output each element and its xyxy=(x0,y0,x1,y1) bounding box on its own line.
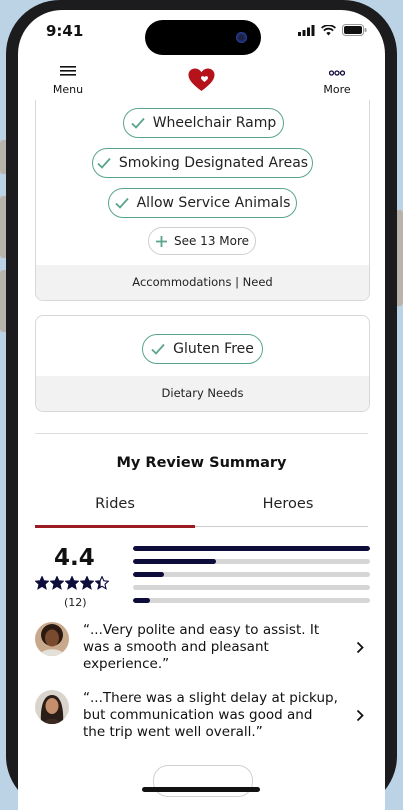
side-button xyxy=(0,140,6,174)
rating-bar xyxy=(133,546,370,551)
chip-label: Wheelchair Ramp xyxy=(152,115,277,131)
plus-icon xyxy=(155,235,167,247)
active-tab-indicator xyxy=(35,525,195,528)
rating-bar-fill xyxy=(133,559,216,564)
accommodations-card-footer: Accommodations | Need xyxy=(36,265,369,300)
hamburger-menu-icon xyxy=(60,66,76,76)
more-label: More xyxy=(323,83,351,96)
review-text: “...Very polite and easy to assist. It w… xyxy=(83,622,320,672)
chip-allow-service-animals[interactable]: Allow Service Animals xyxy=(108,188,297,218)
reviewer-avatar xyxy=(35,622,69,656)
camera-icon xyxy=(236,32,247,43)
app-logo-heart-icon xyxy=(188,68,215,96)
menu-button[interactable]: Menu xyxy=(38,66,98,96)
volume-down-button xyxy=(0,270,6,332)
chip-gluten-free[interactable]: Gluten Free xyxy=(142,334,263,364)
star-rating xyxy=(35,576,109,590)
status-time: 9:41 xyxy=(46,22,84,40)
rating-bar xyxy=(133,598,370,603)
rating-bar xyxy=(133,559,370,564)
star-icon xyxy=(35,576,49,590)
volume-up-button xyxy=(0,196,6,258)
chip-label: Allow Service Animals xyxy=(136,195,291,211)
chip-label: Smoking Designated Areas xyxy=(118,155,309,171)
star-icon xyxy=(95,576,109,590)
battery-icon xyxy=(342,24,367,36)
review-item[interactable]: “...There was a slight delay at pickup, … xyxy=(35,690,368,746)
chip-smoking-designated-areas[interactable]: Smoking Designated Areas xyxy=(92,148,313,178)
more-dots-icon xyxy=(328,70,346,76)
rating-bar xyxy=(133,572,370,577)
review-summary-title: My Review Summary xyxy=(116,455,287,471)
app-screen: 9:41 Menu More Wheelchair Ramp Smoking D… xyxy=(18,10,385,810)
wifi-icon xyxy=(321,24,336,35)
review-text: “...There was a slight delay at pickup, … xyxy=(83,690,338,740)
section-divider xyxy=(35,433,368,434)
chip-wheelchair-ramp[interactable]: Wheelchair Ramp xyxy=(123,108,284,138)
menu-label: Menu xyxy=(52,83,84,96)
dietary-needs-card: Gluten Free Dietary Needs xyxy=(35,315,370,412)
checkmark-icon xyxy=(114,197,129,209)
tab-rides[interactable]: Rides xyxy=(35,496,195,512)
chevron-right-icon xyxy=(356,709,364,722)
signal-icon xyxy=(298,24,315,36)
star-icon xyxy=(65,576,79,590)
rating-bar-fill xyxy=(133,572,164,577)
rating-bar-fill xyxy=(133,598,150,603)
see-more-button[interactable]: See 13 More xyxy=(148,227,256,255)
average-rating: 4.4 xyxy=(54,545,95,571)
reviewer-avatar xyxy=(35,690,69,724)
checkmark-icon xyxy=(131,117,145,129)
dietary-card-footer: Dietary Needs xyxy=(36,376,369,411)
more-button[interactable]: More xyxy=(307,66,367,96)
review-item[interactable]: “...Very polite and easy to assist. It w… xyxy=(35,622,368,678)
star-icon xyxy=(50,576,64,590)
star-icon xyxy=(80,576,94,590)
see-more-label: See 13 More xyxy=(173,234,250,248)
tab-heroes[interactable]: Heroes xyxy=(208,496,368,512)
chip-label: Gluten Free xyxy=(173,341,254,357)
home-indicator xyxy=(142,787,260,792)
power-button xyxy=(397,210,403,306)
review-count: (12) xyxy=(64,596,87,609)
checkmark-icon xyxy=(151,343,165,355)
rating-bar-fill xyxy=(133,546,370,551)
rating-distribution-bars xyxy=(133,546,370,611)
chevron-right-icon xyxy=(356,641,364,654)
bottom-action-pill[interactable] xyxy=(153,765,253,797)
accommodations-card: Wheelchair Ramp Smoking Designated Areas… xyxy=(35,100,370,301)
dynamic-island xyxy=(145,20,261,55)
rating-bar xyxy=(133,585,370,590)
status-icons xyxy=(298,24,367,36)
checkmark-icon xyxy=(97,157,111,169)
